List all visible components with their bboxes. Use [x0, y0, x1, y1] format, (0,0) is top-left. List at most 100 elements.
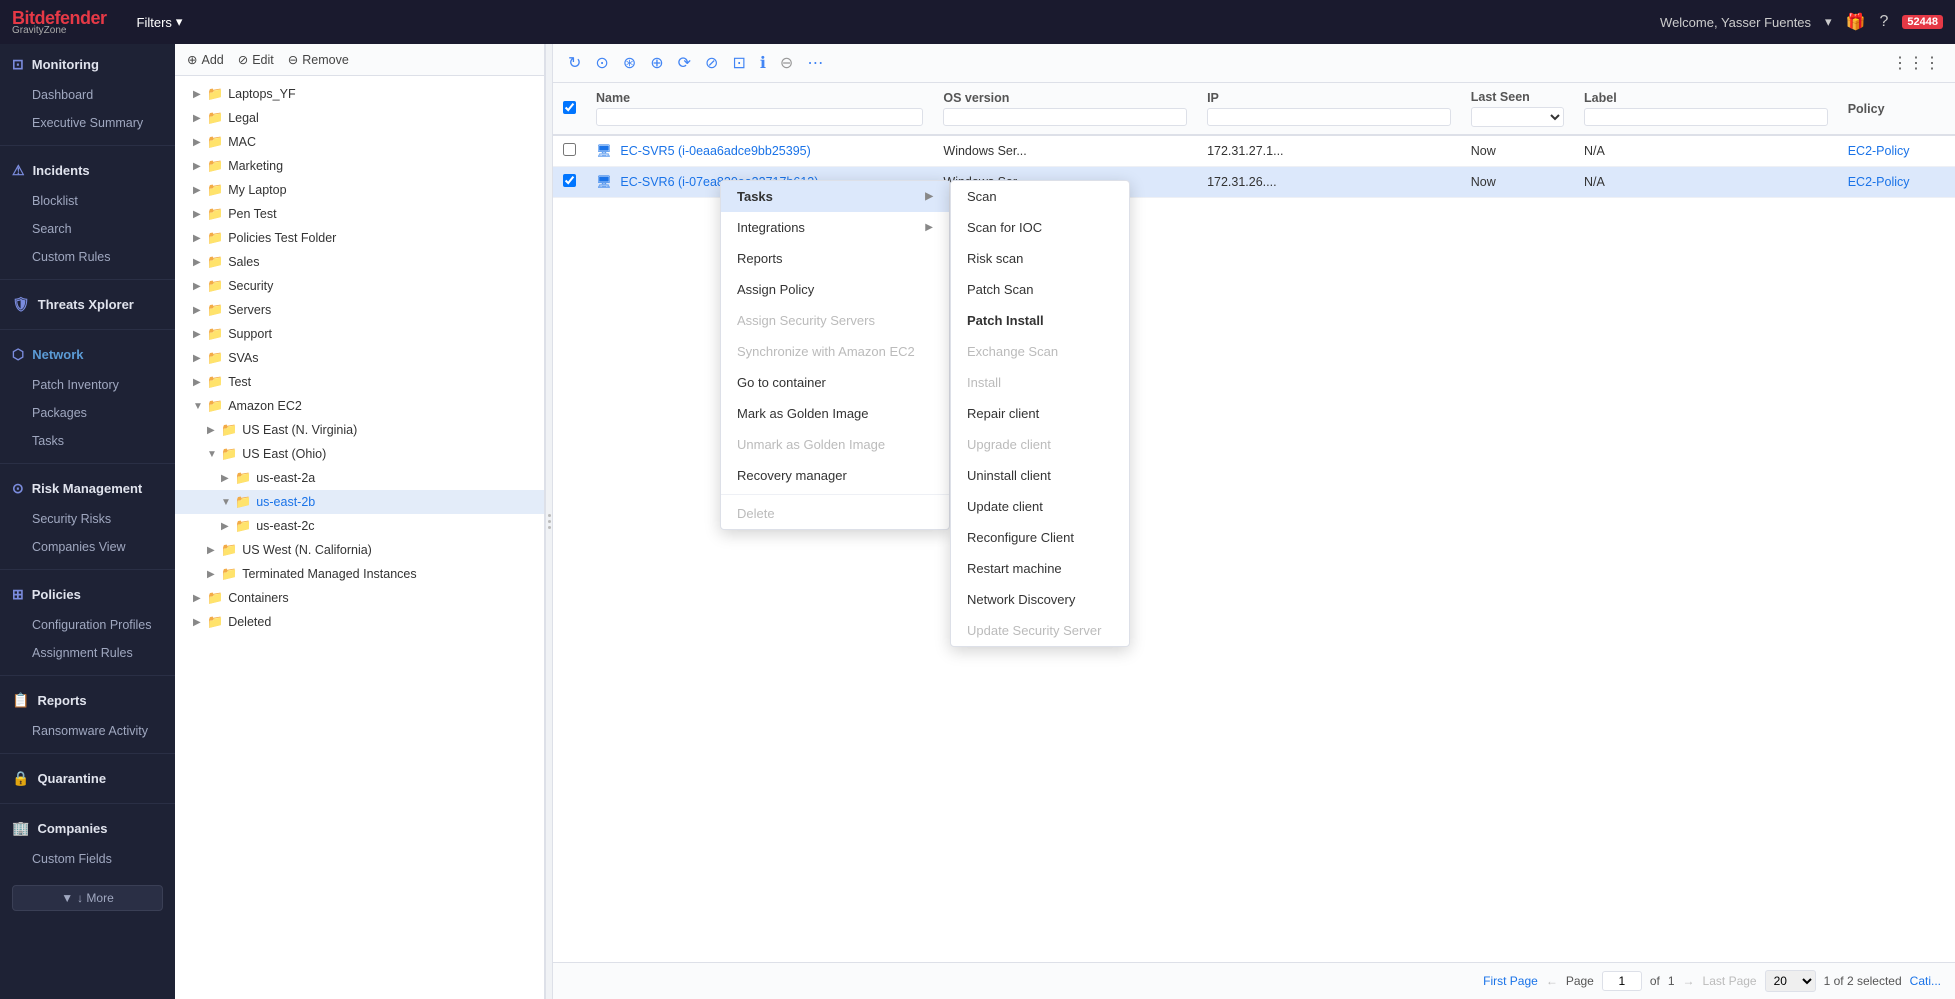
per-page-select[interactable]: 20 50 100	[1765, 970, 1816, 992]
delete-icon-btn[interactable]: ⊘	[700, 51, 723, 75]
policy-icon-btn[interactable]: ⊕	[645, 51, 668, 75]
select-all-header[interactable]	[553, 83, 586, 135]
tree-item-terminated[interactable]: ▶ 📁 Terminated Managed Instances	[175, 562, 544, 586]
sub-update-client[interactable]: Update client	[951, 491, 1129, 522]
os-filter-input[interactable]	[943, 108, 1187, 126]
tree-item-containers[interactable]: ▶ 📁 Containers	[175, 586, 544, 610]
tree-item-security[interactable]: ▶ 📁 Security	[175, 274, 544, 298]
row-checkbox[interactable]	[563, 174, 576, 187]
tree-item-us-east-nv[interactable]: ▶ 📁 US East (N. Virginia)	[175, 418, 544, 442]
filter-icon-btn[interactable]: ⊡	[727, 51, 750, 75]
sub-network-discovery[interactable]: Network Discovery	[951, 584, 1129, 615]
sidebar-quarantine-header[interactable]: 🔒 Quarantine	[0, 762, 175, 795]
tree-item-pen-test[interactable]: ▶ 📁 Pen Test	[175, 202, 544, 226]
tree-item-servers[interactable]: ▶ 📁 Servers	[175, 298, 544, 322]
tree-item-mac[interactable]: ▶ 📁 MAC	[175, 130, 544, 154]
scan-icon-btn[interactable]: ⊙	[590, 51, 613, 75]
sidebar-item-packages[interactable]: Packages	[0, 399, 175, 427]
sidebar-policies-header[interactable]: ⊞ Policies	[0, 578, 175, 611]
ctx-assign-policy[interactable]: Assign Policy	[721, 274, 949, 305]
row-checkbox[interactable]	[563, 143, 576, 156]
policy-link[interactable]: EC2-Policy	[1848, 175, 1910, 189]
tree-item-support[interactable]: ▶ 📁 Support	[175, 322, 544, 346]
tree-item-amazon-ec2[interactable]: ▼ 📁 Amazon EC2	[175, 394, 544, 418]
tree-item-marketing[interactable]: ▶ 📁 Marketing	[175, 154, 544, 178]
sidebar-item-tasks[interactable]: Tasks	[0, 427, 175, 455]
move-icon-btn[interactable]: ⟳	[673, 51, 696, 75]
name-filter-input[interactable]	[596, 108, 923, 126]
info-icon-btn[interactable]: ℹ	[755, 51, 771, 75]
first-page-button[interactable]: First Page	[1483, 974, 1538, 988]
ctx-reports[interactable]: Reports	[721, 243, 949, 274]
sub-risk-scan[interactable]: Risk scan	[951, 243, 1129, 274]
more-icon-btn[interactable]: ⋯	[802, 51, 828, 75]
remove-button[interactable]: ⊖ Remove	[288, 52, 349, 67]
sub-patch-install[interactable]: Patch Install	[951, 305, 1129, 336]
column-chooser-button[interactable]: ⋮⋮⋮	[1887, 51, 1945, 75]
sub-reconfigure-client[interactable]: Reconfigure Client	[951, 522, 1129, 553]
tree-item-legal[interactable]: ▶ 📁 Legal	[175, 106, 544, 130]
notification-badge[interactable]: 52448	[1902, 15, 1943, 29]
tree-item-deleted[interactable]: ▶ 📁 Deleted	[175, 610, 544, 634]
cell-policy[interactable]: EC2-Policy	[1838, 135, 1955, 167]
sub-restart-machine[interactable]: Restart machine	[951, 553, 1129, 584]
sidebar-item-patch-inventory[interactable]: Patch Inventory	[0, 371, 175, 399]
sub-repair-client[interactable]: Repair client	[951, 398, 1129, 429]
gift-icon[interactable]: 🎁	[1846, 12, 1866, 32]
tree-item-test[interactable]: ▶ 📁 Test	[175, 370, 544, 394]
row-checkbox-cell[interactable]	[553, 167, 586, 198]
ip-filter-input[interactable]	[1207, 108, 1451, 126]
tree-item-us-east-2a[interactable]: ▶ 📁 us-east-2a	[175, 466, 544, 490]
row-checkbox-cell[interactable]	[553, 135, 586, 167]
tree-item-us-east-2b[interactable]: ▼ 📁 us-east-2b	[175, 490, 544, 514]
sub-patch-scan[interactable]: Patch Scan	[951, 274, 1129, 305]
edit-button[interactable]: ⊘ Edit	[238, 52, 274, 67]
sidebar-companies-header[interactable]: 🏢 Companies	[0, 812, 175, 845]
ctx-integrations[interactable]: Integrations ▶	[721, 212, 949, 243]
ctx-go-to-container[interactable]: Go to container	[721, 367, 949, 398]
policy-link[interactable]: EC2-Policy	[1848, 144, 1910, 158]
ctx-mark-golden[interactable]: Mark as Golden Image	[721, 398, 949, 429]
tree-item-policies-test[interactable]: ▶ 📁 Policies Test Folder	[175, 226, 544, 250]
tree-item-us-west-nc[interactable]: ▶ 📁 US West (N. California)	[175, 538, 544, 562]
filters-button[interactable]: Filters ▾	[137, 14, 183, 30]
tree-item-sales[interactable]: ▶ 📁 Sales	[175, 250, 544, 274]
sidebar-item-dashboard[interactable]: Dashboard	[0, 81, 175, 109]
sidebar-item-config-profiles[interactable]: Configuration Profiles	[0, 611, 175, 639]
sidebar-incidents-header[interactable]: ⚠ Incidents	[0, 154, 175, 187]
tree-item-my-laptop[interactable]: ▶ 📁 My Laptop	[175, 178, 544, 202]
sub-uninstall-client[interactable]: Uninstall client	[951, 460, 1129, 491]
last-page-button[interactable]: Last Page	[1703, 974, 1757, 988]
sidebar-item-executive-summary[interactable]: Executive Summary	[0, 109, 175, 137]
refresh-icon-btn[interactable]: ↻	[563, 51, 586, 75]
sidebar-item-blocklist[interactable]: Blocklist	[0, 187, 175, 215]
last-seen-filter-select[interactable]	[1471, 107, 1564, 127]
tree-item-us-east-2c[interactable]: ▶ 📁 us-east-2c	[175, 514, 544, 538]
label-filter-input[interactable]	[1584, 108, 1828, 126]
sidebar-item-custom-rules[interactable]: Custom Rules	[0, 243, 175, 271]
ctx-recovery-manager[interactable]: Recovery manager	[721, 460, 949, 491]
page-number-input[interactable]	[1602, 971, 1642, 991]
minus-icon-btn[interactable]: ⊖	[775, 51, 798, 75]
cell-policy[interactable]: EC2-Policy	[1838, 167, 1955, 198]
tasks-icon-btn[interactable]: ⊛	[618, 51, 641, 75]
endpoint-link[interactable]: EC-SVR5 (i-0eaa6adce9bb25395)	[620, 144, 810, 158]
sidebar-item-search[interactable]: Search	[0, 215, 175, 243]
help-icon[interactable]: ?	[1880, 13, 1889, 31]
sidebar-reports-header[interactable]: 📋 Reports	[0, 684, 175, 717]
sidebar-item-companies-view[interactable]: Companies View	[0, 533, 175, 561]
sub-scan[interactable]: Scan	[951, 181, 1129, 212]
sidebar-monitoring-header[interactable]: ⊡ Monitoring	[0, 48, 175, 81]
table-row[interactable]: 🖥 EC-SVR5 (i-0eaa6adce9bb25395) Windows …	[553, 135, 1955, 167]
sidebar-item-security-risks[interactable]: Security Risks	[0, 505, 175, 533]
sidebar-risk-header[interactable]: ⊙ Risk Management	[0, 472, 175, 505]
sidebar-threats-header[interactable]: 🛡 Threats Xplorer	[0, 288, 175, 321]
add-button[interactable]: ⊕ Add	[187, 52, 224, 67]
sidebar-item-assignment-rules[interactable]: Assignment Rules	[0, 639, 175, 667]
resize-handle[interactable]	[545, 44, 553, 999]
more-button[interactable]: ▼ ↓ More	[12, 885, 163, 911]
sub-scan-ioc[interactable]: Scan for IOC	[951, 212, 1129, 243]
sidebar-item-ransomware[interactable]: Ransomware Activity	[0, 717, 175, 745]
sidebar-item-custom-fields[interactable]: Custom Fields	[0, 845, 175, 873]
tree-item-us-east-ohio[interactable]: ▼ 📁 US East (Ohio)	[175, 442, 544, 466]
